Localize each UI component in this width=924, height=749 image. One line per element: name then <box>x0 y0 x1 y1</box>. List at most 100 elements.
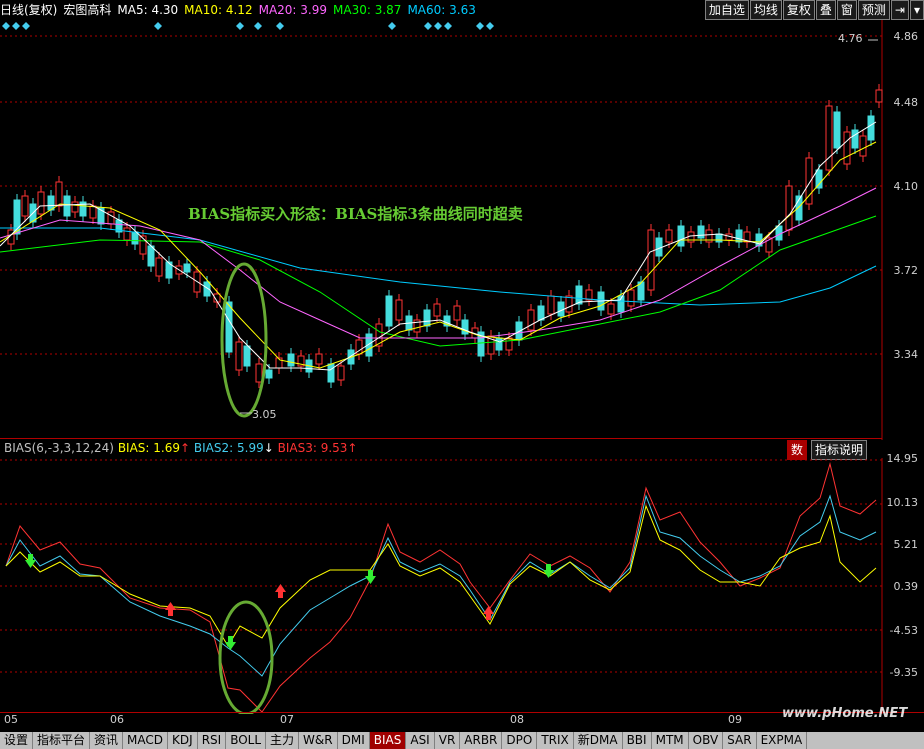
candle <box>851 129 859 149</box>
tab-sar[interactable]: SAR <box>723 732 757 749</box>
bias1-value: BIAS: 1.69 <box>117 441 181 455</box>
candle <box>183 263 191 273</box>
bias-chart[interactable] <box>0 458 924 714</box>
tab-vr[interactable]: VR <box>435 732 461 749</box>
candle <box>537 305 545 321</box>
toolbar: 加自选 均线 复权 叠 窗 预测 ⇥ ▾ <box>704 0 924 20</box>
price-axis-label: 3.34 <box>893 348 919 361</box>
candle <box>453 305 461 321</box>
candle <box>495 337 503 351</box>
candle <box>255 363 263 383</box>
candle <box>665 229 673 243</box>
tab--[interactable]: 主力 <box>266 732 300 749</box>
price-chart[interactable] <box>0 20 924 440</box>
ma5-value: MA5: 4.30 <box>117 3 179 17</box>
candle <box>715 233 723 243</box>
candle <box>327 363 335 383</box>
candle <box>607 303 615 315</box>
price-axis-label: 4.10 <box>893 180 919 193</box>
candle <box>243 345 251 367</box>
bias2-value: BIAS2: 5.99 <box>193 441 264 455</box>
ma60-value: MA60: 3.63 <box>407 3 476 17</box>
period-label[interactable]: 日线(复权) <box>0 3 57 17</box>
candle <box>423 309 431 327</box>
tab--[interactable]: 资讯 <box>90 732 124 749</box>
candle <box>155 257 163 277</box>
date-label: 07 <box>280 713 294 726</box>
tab-kdj[interactable]: KDJ <box>168 732 198 749</box>
candle <box>647 229 655 291</box>
indicator-help-button[interactable]: 指标说明 <box>811 440 868 460</box>
candle <box>565 295 573 313</box>
chevron-down-icon[interactable]: ▾ <box>909 0 924 20</box>
candle <box>815 169 823 189</box>
add-watchlist-button[interactable]: 加自选 <box>704 0 749 20</box>
stock-name: 宏图高科 <box>63 3 112 17</box>
num-button[interactable]: 数 <box>787 440 808 460</box>
tab-asi[interactable]: ASI <box>406 732 435 749</box>
tab-bbi[interactable]: BBI <box>623 732 652 749</box>
tab-expma[interactable]: EXPMA <box>757 732 808 749</box>
tab-rsi[interactable]: RSI <box>198 732 227 749</box>
candle <box>337 365 345 381</box>
watermark: www.pHome.NET <box>782 706 908 721</box>
tab--[interactable]: 设置 <box>0 732 34 749</box>
tab-dpo[interactable]: DPO <box>502 732 538 749</box>
ma10-value: MA10: 4.12 <box>184 3 253 17</box>
bias-axis-label: 0.39 <box>893 580 919 593</box>
candle <box>433 303 441 317</box>
tab-arbr[interactable]: ARBR <box>460 732 503 749</box>
candle <box>225 301 233 353</box>
window-button[interactable]: 窗 <box>836 0 857 20</box>
forecast-button[interactable]: 预测 <box>857 0 890 20</box>
bias-axis-label: 10.13 <box>886 496 919 509</box>
tab--[interactable]: 指标平台 <box>33 732 91 749</box>
tab-bias[interactable]: BIAS <box>369 732 407 749</box>
candle <box>37 191 45 215</box>
tab-boll[interactable]: BOLL <box>226 732 267 749</box>
bias-oversold-highlight <box>218 600 274 714</box>
candle <box>63 195 71 217</box>
indicator-tabs: 设置 指标平台 资讯 MACD KDJ RSI BOLL 主力 W&R DMI BIAS ASI VR A… <box>0 732 924 749</box>
indicator-buttons: 数 指标说明 <box>786 440 868 460</box>
candle <box>843 131 851 165</box>
price-low-label: 3.05 <box>252 408 277 421</box>
bias-axis-label: -9.35 <box>889 666 918 679</box>
candle <box>71 201 79 213</box>
ma-button[interactable]: 均线 <box>749 0 782 20</box>
tab-trix[interactable]: TRIX <box>537 732 574 749</box>
bias-axis-label: -4.53 <box>889 624 918 637</box>
candle <box>867 115 875 141</box>
tab-mtm[interactable]: MTM <box>652 732 689 749</box>
candle <box>505 337 513 351</box>
tab-dmi[interactable]: DMI <box>338 732 370 749</box>
candle <box>735 229 743 243</box>
bias3-value: BIAS3: 9.53 <box>277 441 348 455</box>
candle <box>89 205 97 219</box>
candle <box>131 231 139 245</box>
date-label: 05 <box>4 713 18 726</box>
date-label: 08 <box>510 713 524 726</box>
candle <box>627 289 635 307</box>
tab-w-r[interactable]: W&R <box>299 732 338 749</box>
ma30-value: MA30: 3.87 <box>333 3 402 17</box>
candle <box>527 309 535 331</box>
candle <box>287 353 295 367</box>
candle <box>385 295 393 327</box>
candle <box>697 225 705 239</box>
ma20-value: MA20: 3.99 <box>258 3 328 17</box>
tab-obv[interactable]: OBV <box>689 732 724 749</box>
adjust-button[interactable]: 复权 <box>782 0 815 20</box>
overlay-button[interactable]: 叠 <box>815 0 836 20</box>
candle <box>55 181 63 207</box>
arrow-right-icon[interactable]: ⇥ <box>890 0 909 20</box>
tab--dma[interactable]: 新DMA <box>574 732 623 749</box>
candle <box>655 237 663 257</box>
price-axis-label: 4.48 <box>893 96 919 109</box>
candle <box>825 105 833 171</box>
candle <box>547 295 555 315</box>
date-label: 06 <box>110 713 124 726</box>
annotation-text: BIAS指标买入形态：BIAS指标3条曲线同时超卖 <box>188 205 523 223</box>
indicator-title: BIAS(6,-3,3,12,24) <box>4 441 114 455</box>
tab-macd[interactable]: MACD <box>123 732 169 749</box>
